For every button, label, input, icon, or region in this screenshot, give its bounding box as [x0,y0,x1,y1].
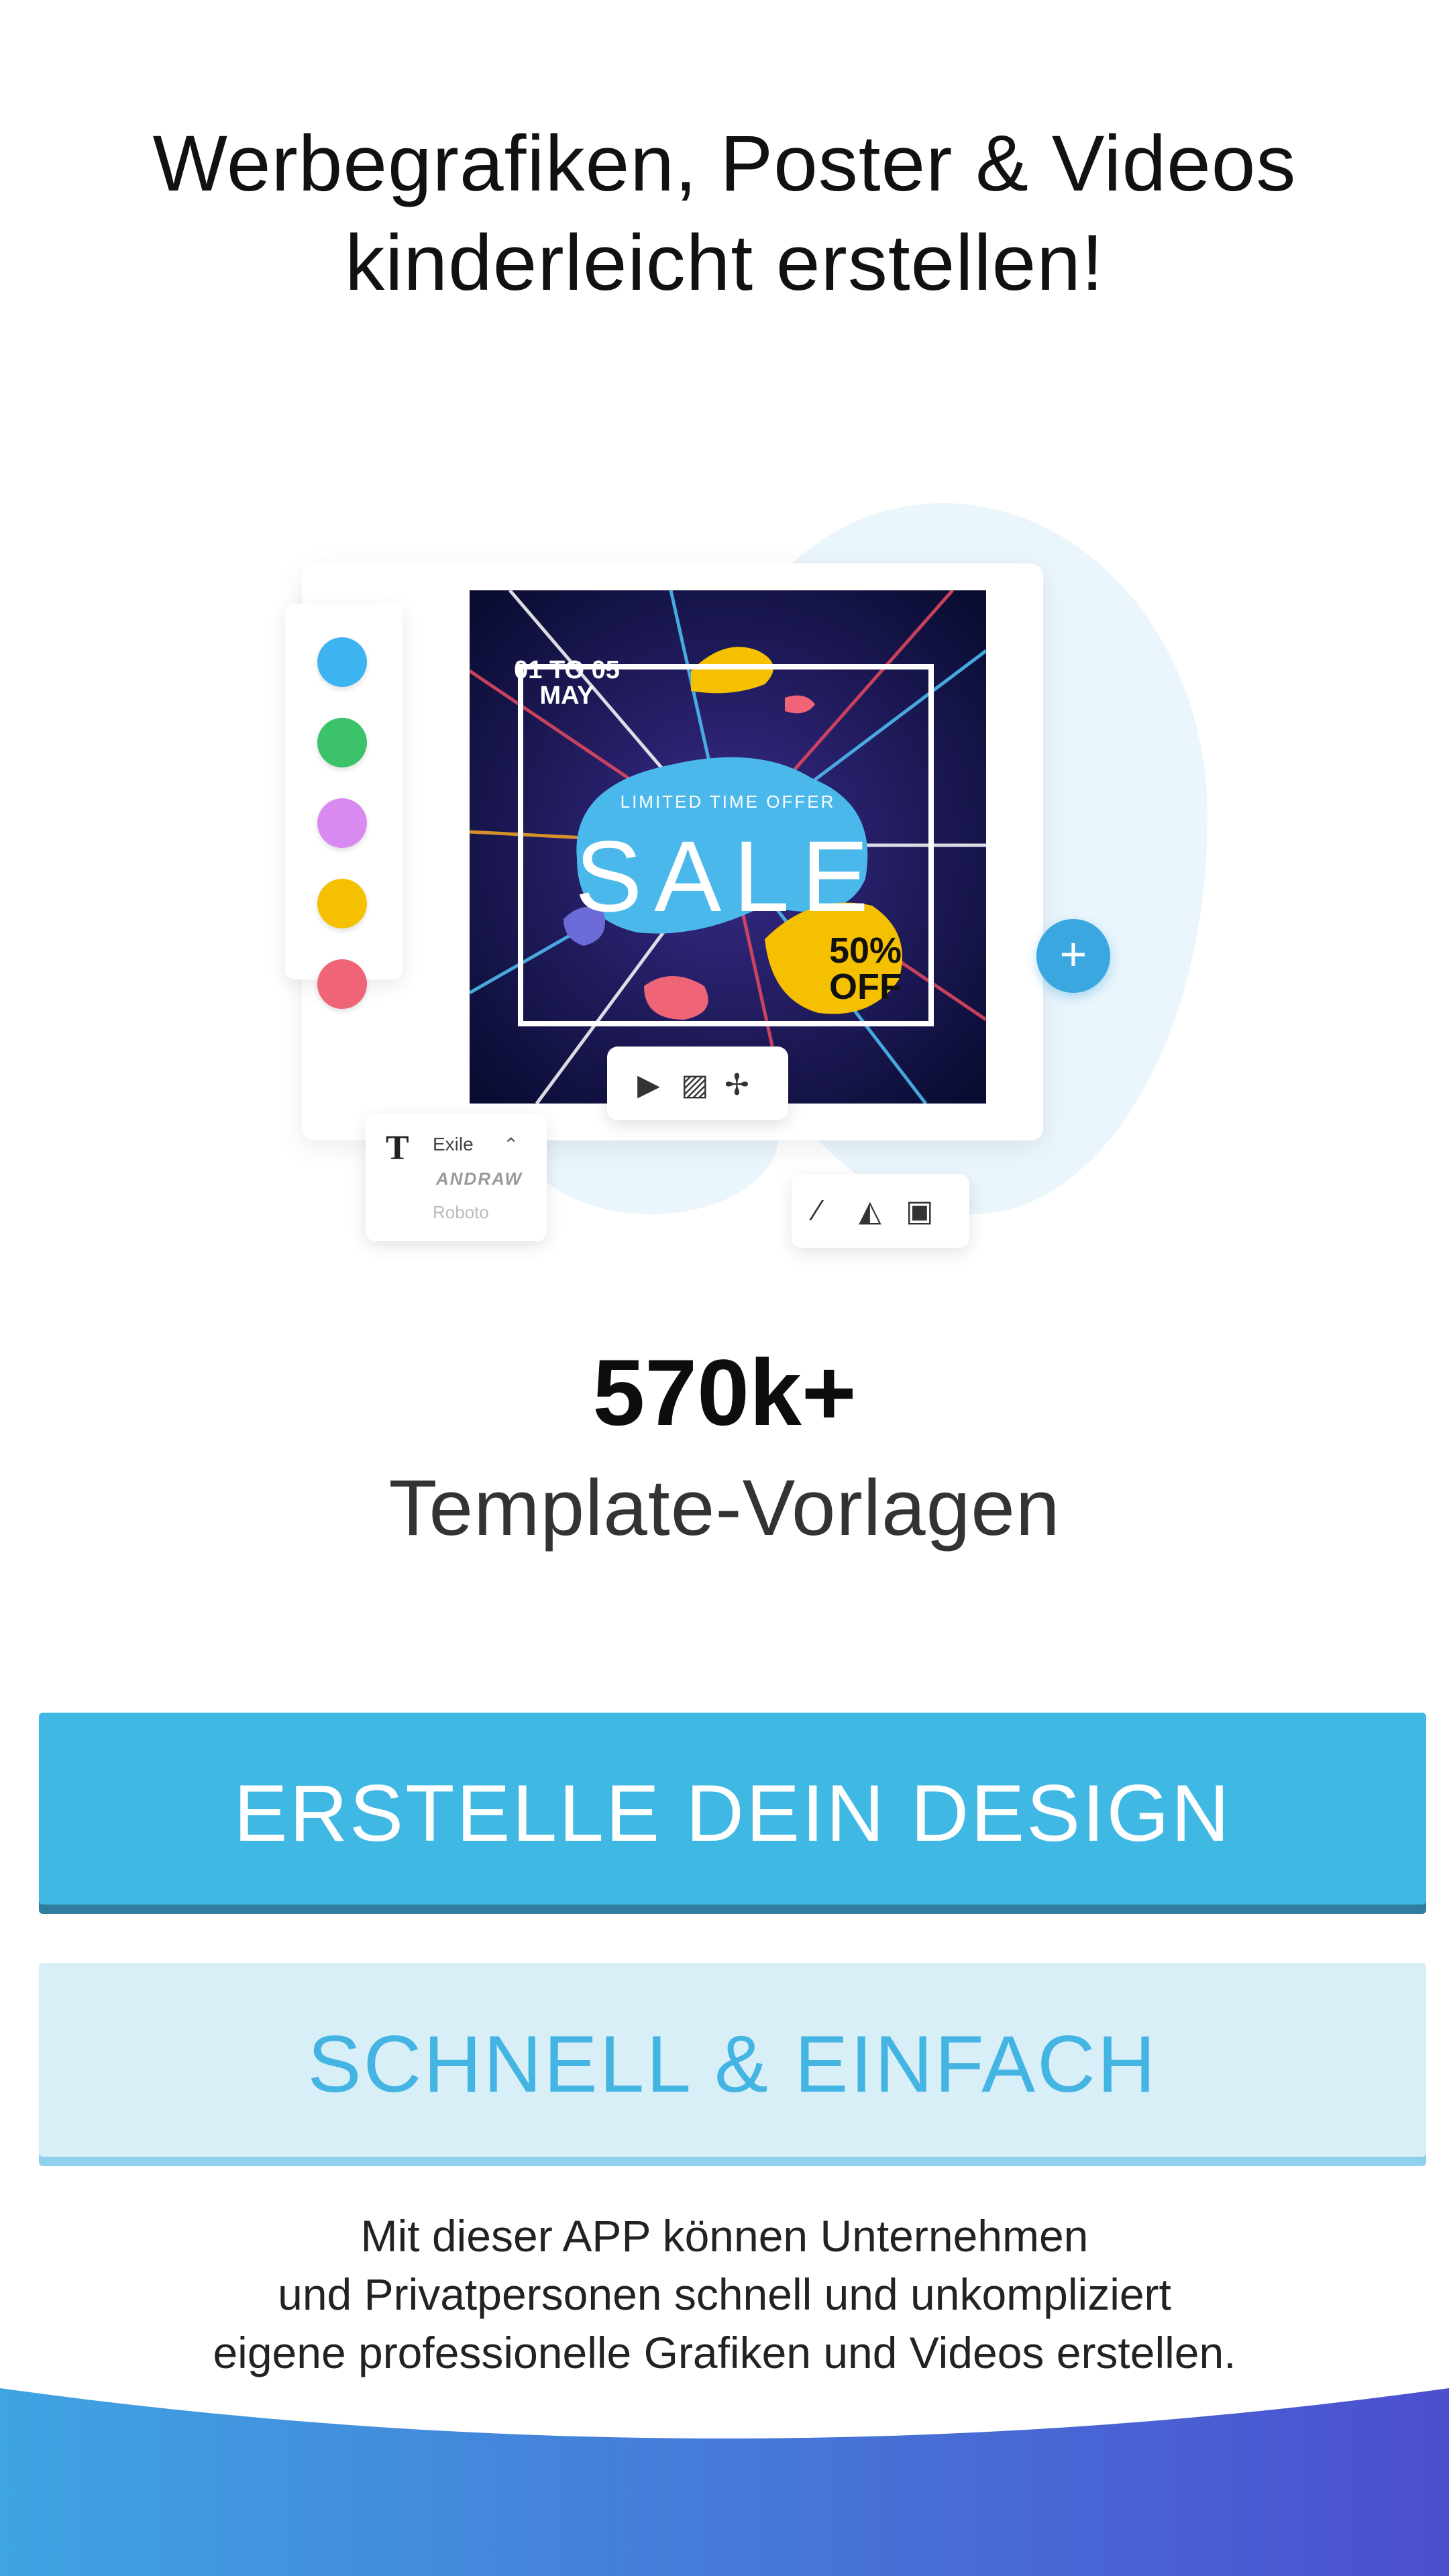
color-swatch-blue [317,637,367,687]
effects-icon[interactable]: ✢ [724,1068,749,1102]
poster-date-line-1: 01 TO 05 [514,656,620,684]
add-element-button[interactable]: + [1036,919,1110,993]
image-tools: ⁄ ◭ ▣ [792,1174,969,1248]
description-line-2: und Privatpersonen schnell und unkompliz… [278,2269,1171,2319]
poster-discount-badge: 50% OFF [798,932,932,1005]
font-picker: T Exile ⌃ ANDRAW Roboto [366,1114,547,1241]
poster-sale-text: SALE [575,820,881,932]
headline: Werbegrafiken, Poster & Videos kinderlei… [0,114,1449,313]
app-description: Mit dieser APP können Unternehmen und Pr… [0,2207,1449,2382]
footer-wave [0,2388,1449,2576]
font-option-2[interactable]: ANDRAW [436,1169,523,1189]
pattern-icon[interactable]: ▨ [681,1068,709,1102]
poster-discount-off: OFF [829,967,902,1007]
poster-discount-percent: 50% [828,930,902,971]
description-line-1: Mit dieser APP können Unternehmen [360,2211,1089,2261]
quick-easy-button[interactable]: SCHNELL & EINFACH [39,1963,1426,2166]
plus-icon: + [1059,928,1087,980]
color-swatch-purple [317,798,367,848]
create-design-button[interactable]: ERSTELLE DEIN DESIGN [39,1713,1426,1914]
poster-date-line-2: MAY [539,682,594,710]
template-count-label: Template-Vorlagen [388,1464,1061,1552]
play-icon[interactable]: ▶ [637,1068,660,1102]
text-icon: T [386,1129,409,1167]
color-palette [285,604,402,1009]
image-icon[interactable]: ▣ [906,1194,934,1228]
font-option-3[interactable]: Roboto [433,1202,489,1223]
media-toolbar: ▶ ▨ ✢ [607,1046,788,1120]
color-swatch-yellow [317,879,367,928]
headline-line-2: kinderleicht erstellen! [345,219,1104,307]
color-swatch-red [317,959,367,1009]
shapes-icon[interactable]: ◭ [859,1194,881,1228]
description-line-3: eigene professionelle Grafiken und Video… [213,2328,1236,2377]
color-swatch-green [317,718,367,767]
chevron-up-icon[interactable]: ⌃ [503,1134,519,1156]
poster-date: 01 TO 05 MAY [510,657,624,708]
sale-poster-preview: 01 TO 05 MAY LIMITED TIME OFFER SALE 50%… [470,590,986,1104]
font-option-selected[interactable]: Exile [433,1134,474,1155]
editor-illustration: 01 TO 05 MAY LIMITED TIME OFFER SALE 50%… [0,470,1449,1288]
template-count: 570k+ [592,1340,857,1445]
headline-line-1: Werbegrafiken, Poster & Videos [152,119,1297,208]
poster-limited-offer: LIMITED TIME OFFER [620,792,836,812]
magic-wand-icon[interactable]: ⁄ [815,1194,820,1228]
